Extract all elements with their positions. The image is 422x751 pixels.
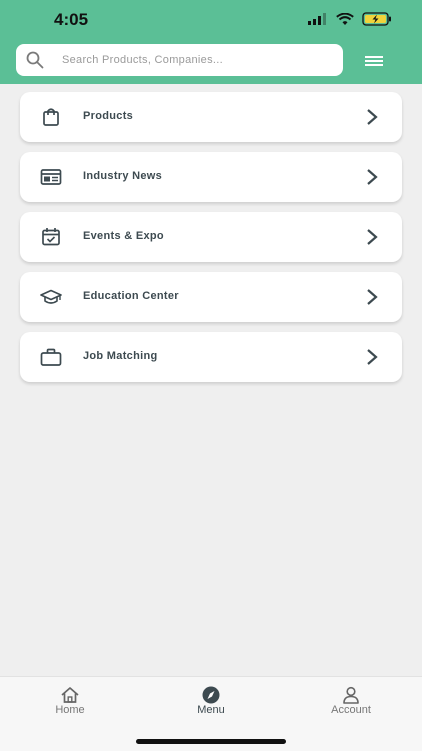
status-time: 4:05 bbox=[54, 10, 89, 29]
hamburger-menu-icon[interactable] bbox=[362, 52, 386, 70]
menu-list: Products Industry News Events & Expo Edu… bbox=[20, 92, 402, 392]
tab-label: Account bbox=[331, 704, 371, 716]
tab-home[interactable]: Home bbox=[20, 677, 120, 737]
chevron-right-icon bbox=[367, 349, 378, 365]
home-indicator bbox=[136, 739, 286, 744]
status-icons bbox=[308, 12, 392, 26]
calendar-check-icon bbox=[42, 228, 60, 246]
tab-label: Home bbox=[55, 704, 85, 716]
search-bar[interactable] bbox=[16, 44, 343, 76]
newspaper-icon bbox=[40, 169, 62, 185]
compass-icon bbox=[202, 686, 220, 704]
menu-item-label: Job Matching bbox=[83, 350, 158, 362]
search-icon bbox=[26, 51, 44, 69]
battery-icon bbox=[362, 12, 391, 26]
menu-item-products[interactable]: Products bbox=[20, 92, 402, 142]
menu-item-events-expo[interactable]: Events & Expo bbox=[20, 212, 402, 262]
menu-item-job-matching[interactable]: Job Matching bbox=[20, 332, 402, 382]
home-icon bbox=[61, 687, 79, 703]
menu-item-industry-news[interactable]: Industry News bbox=[20, 152, 402, 202]
chevron-right-icon bbox=[367, 109, 378, 125]
tab-menu[interactable]: Menu bbox=[161, 677, 261, 737]
user-icon bbox=[343, 686, 359, 704]
chevron-right-icon bbox=[367, 229, 378, 245]
app-header: 4:05 bbox=[0, 0, 422, 84]
menu-item-label: Industry News bbox=[83, 170, 163, 182]
chevron-right-icon bbox=[367, 289, 378, 305]
wifi-icon bbox=[336, 12, 354, 25]
graduation-cap-icon bbox=[40, 289, 62, 304]
menu-item-label: Education Center bbox=[83, 290, 179, 302]
menu-item-label: Events & Expo bbox=[83, 230, 164, 242]
search-input[interactable] bbox=[62, 44, 332, 76]
tab-label: Menu bbox=[197, 704, 225, 716]
menu-item-label: Products bbox=[83, 110, 134, 122]
shopping-bag-icon bbox=[43, 108, 59, 126]
briefcase-icon bbox=[40, 348, 62, 366]
tab-account[interactable]: Account bbox=[301, 677, 401, 737]
chevron-right-icon bbox=[367, 169, 378, 185]
menu-item-education-center[interactable]: Education Center bbox=[20, 272, 402, 322]
signal-icon bbox=[308, 13, 326, 25]
